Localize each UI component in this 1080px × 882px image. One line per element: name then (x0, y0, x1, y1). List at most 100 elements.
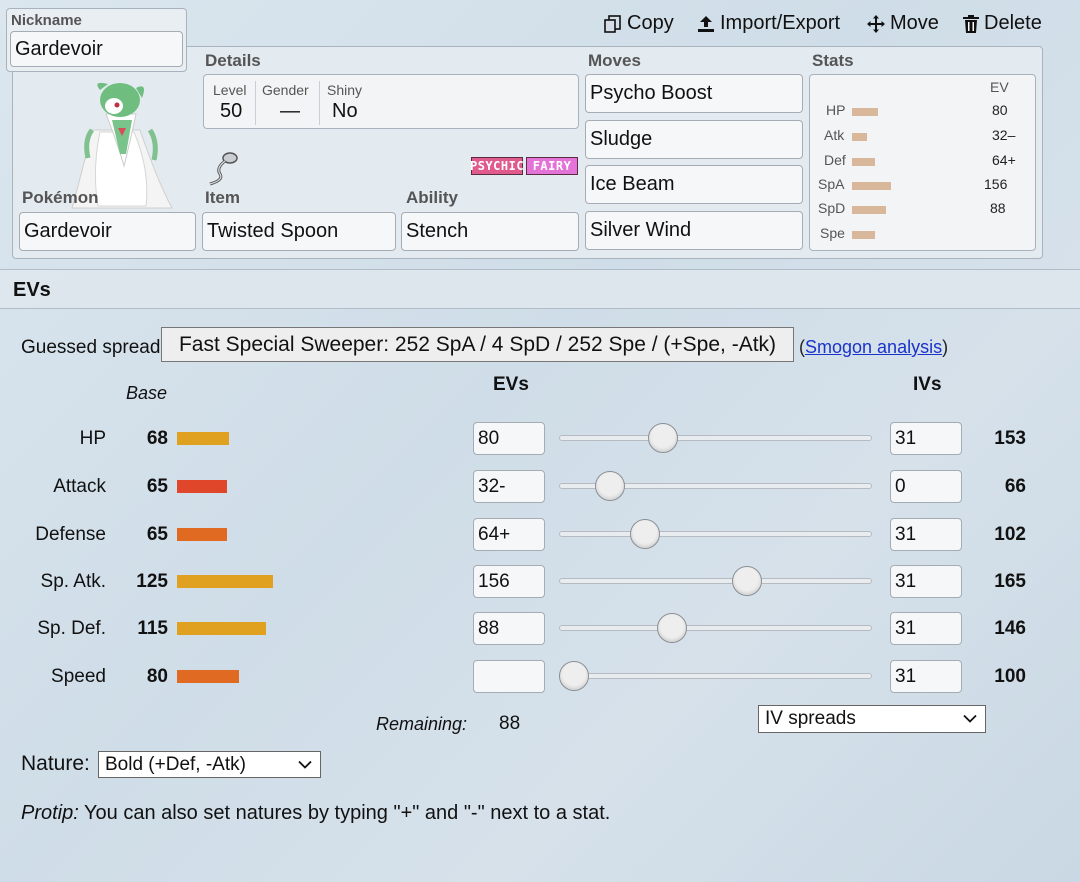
iv-input-defense[interactable]: 31 (890, 518, 962, 551)
ev-slider-track-sp-def[interactable] (559, 625, 872, 631)
protip: Protip: You can also set natures by typi… (21, 802, 610, 825)
stat-ev-spd: 88 (990, 200, 1006, 216)
evs-title: EVs (13, 279, 51, 301)
ev-input-defense[interactable]: 64+ (473, 518, 545, 551)
pokemon-label: Pokémon (22, 188, 99, 207)
ev-slider-track-hp[interactable] (559, 435, 872, 441)
guessed-spread-button[interactable]: Fast Special Sweeper: 252 SpA / 4 SpD / … (161, 327, 794, 362)
move-arrows-icon (867, 14, 885, 33)
delete-label: Delete (984, 12, 1042, 34)
details-box[interactable]: Level 50 Gender — Shiny No (203, 74, 579, 129)
base-bar-sp-def (177, 622, 266, 635)
base-bar-attack (177, 480, 227, 493)
base-value-hp: 68 (146, 428, 168, 449)
stat-name-spe: Spe (820, 225, 845, 241)
stat-total-hp: 153 (994, 428, 1026, 449)
moves-label: Moves (588, 51, 641, 70)
stat-total-speed: 100 (994, 666, 1026, 687)
type-badge-fairy: FAIRY (526, 157, 578, 175)
stats-summary-button[interactable]: EV HP 80 Atk 32– Def 64+ SpA 156 SpD 88 … (809, 74, 1036, 251)
evs-header-band (0, 270, 1080, 309)
evs-header: EVs (493, 374, 529, 395)
stat-name-spa: SpA (818, 176, 845, 192)
smogon-analysis-link[interactable]: Smogon analysis (805, 337, 942, 357)
remaining-label: Remaining: (376, 714, 468, 734)
ev-slider-track-speed[interactable] (559, 673, 872, 679)
base-header: Base (126, 383, 168, 403)
move-3-input[interactable]: Ice Beam (585, 165, 803, 204)
stat-ev-hp: 80 (992, 102, 1008, 118)
details-divider (319, 81, 320, 125)
ev-input-sp-def[interactable]: 88 (473, 612, 545, 645)
ev-input-sp-atk[interactable]: 156 (473, 565, 545, 598)
protip-text: You can also set natures by typing "+" a… (78, 802, 611, 824)
nickname-label: Nickname (11, 12, 82, 29)
pokemon-input[interactable]: Gardevoir (19, 212, 196, 251)
nature-label: Nature: (21, 752, 90, 775)
ev-input-attack[interactable]: 32- (473, 470, 545, 503)
ev-slider-thumb-attack[interactable] (595, 471, 625, 501)
iv-input-hp[interactable]: 31 (890, 422, 962, 455)
stats-label: Stats (812, 51, 854, 70)
base-value-speed: 80 (146, 666, 168, 687)
ability-input[interactable]: Stench (401, 212, 579, 251)
ev-slider-thumb-hp[interactable] (648, 423, 678, 453)
base-value-sp-def: 115 (137, 618, 168, 639)
item-label: Item (205, 188, 240, 207)
iv-spreads-select[interactable]: IV spreads (758, 705, 986, 733)
nickname-input[interactable]: Gardevoir (10, 31, 183, 67)
section-divider (0, 269, 1080, 270)
ev-input-speed[interactable] (473, 660, 545, 693)
base-value-attack: 65 (146, 476, 168, 497)
base-bar-sp-atk (177, 575, 273, 588)
ev-slider-thumb-speed[interactable] (559, 661, 589, 691)
import-export-button[interactable]: Import/Export (696, 12, 840, 35)
chevron-down-icon (963, 714, 977, 723)
stat-label-hp: HP (79, 428, 106, 449)
copy-icon (604, 14, 621, 33)
ev-slider-thumb-sp-atk[interactable] (732, 566, 762, 596)
ev-slider-track-sp-atk[interactable] (559, 578, 872, 584)
gender-label: Gender (262, 82, 309, 98)
ev-slider-track-defense[interactable] (559, 531, 872, 537)
iv-input-attack[interactable]: 0 (890, 470, 962, 503)
move-4-input[interactable]: Silver Wind (585, 211, 803, 250)
move-1-input[interactable]: Psycho Boost (585, 74, 803, 113)
trash-icon (963, 14, 979, 33)
stat-label-sp-atk: Sp. Atk. (40, 571, 106, 592)
iv-input-speed[interactable]: 31 (890, 660, 962, 693)
stat-label-speed: Speed (51, 666, 106, 687)
nature-select[interactable]: Bold (+Def, -Atk) (98, 751, 321, 778)
level-value: 50 (220, 100, 243, 122)
item-input[interactable]: Twisted Spoon (202, 212, 396, 251)
copy-button[interactable]: Copy (603, 12, 674, 35)
nature-value: Bold (+Def, -Atk) (105, 753, 246, 775)
stat-total-sp-def: 146 (994, 618, 1026, 639)
iv-input-sp-atk[interactable]: 31 (890, 565, 962, 598)
twisted-spoon-icon (209, 152, 238, 186)
section-divider (0, 308, 1080, 309)
remaining-value: 88 (499, 713, 521, 734)
stat-label-attack: Attack (53, 476, 106, 497)
stat-bar-hp (852, 108, 878, 116)
stat-label-defense: Defense (35, 524, 106, 545)
ability-label: Ability (406, 188, 458, 207)
iv-input-sp-def[interactable]: 31 (890, 612, 962, 645)
base-value-defense: 65 (146, 524, 168, 545)
stats-ev-header: EV (990, 79, 1009, 95)
ev-slider-thumb-defense[interactable] (630, 519, 660, 549)
protip-label: Protip: (21, 802, 79, 824)
shiny-label: Shiny (327, 82, 363, 98)
ev-slider-thumb-sp-def[interactable] (657, 613, 687, 643)
gender-value: — (280, 100, 300, 122)
nickname-box: Nickname Gardevoir (6, 8, 187, 72)
stat-bar-atk (852, 133, 867, 141)
smogon-link-wrapper: (Smogon analysis) (799, 337, 948, 358)
close-paren: ) (942, 337, 949, 357)
base-bar-defense (177, 528, 227, 541)
ev-input-hp[interactable]: 80 (473, 422, 545, 455)
delete-button[interactable]: Delete (962, 12, 1042, 35)
move-button[interactable]: Move (866, 12, 939, 35)
move-2-input[interactable]: Sludge (585, 120, 803, 159)
stat-name-atk: Atk (824, 127, 845, 143)
